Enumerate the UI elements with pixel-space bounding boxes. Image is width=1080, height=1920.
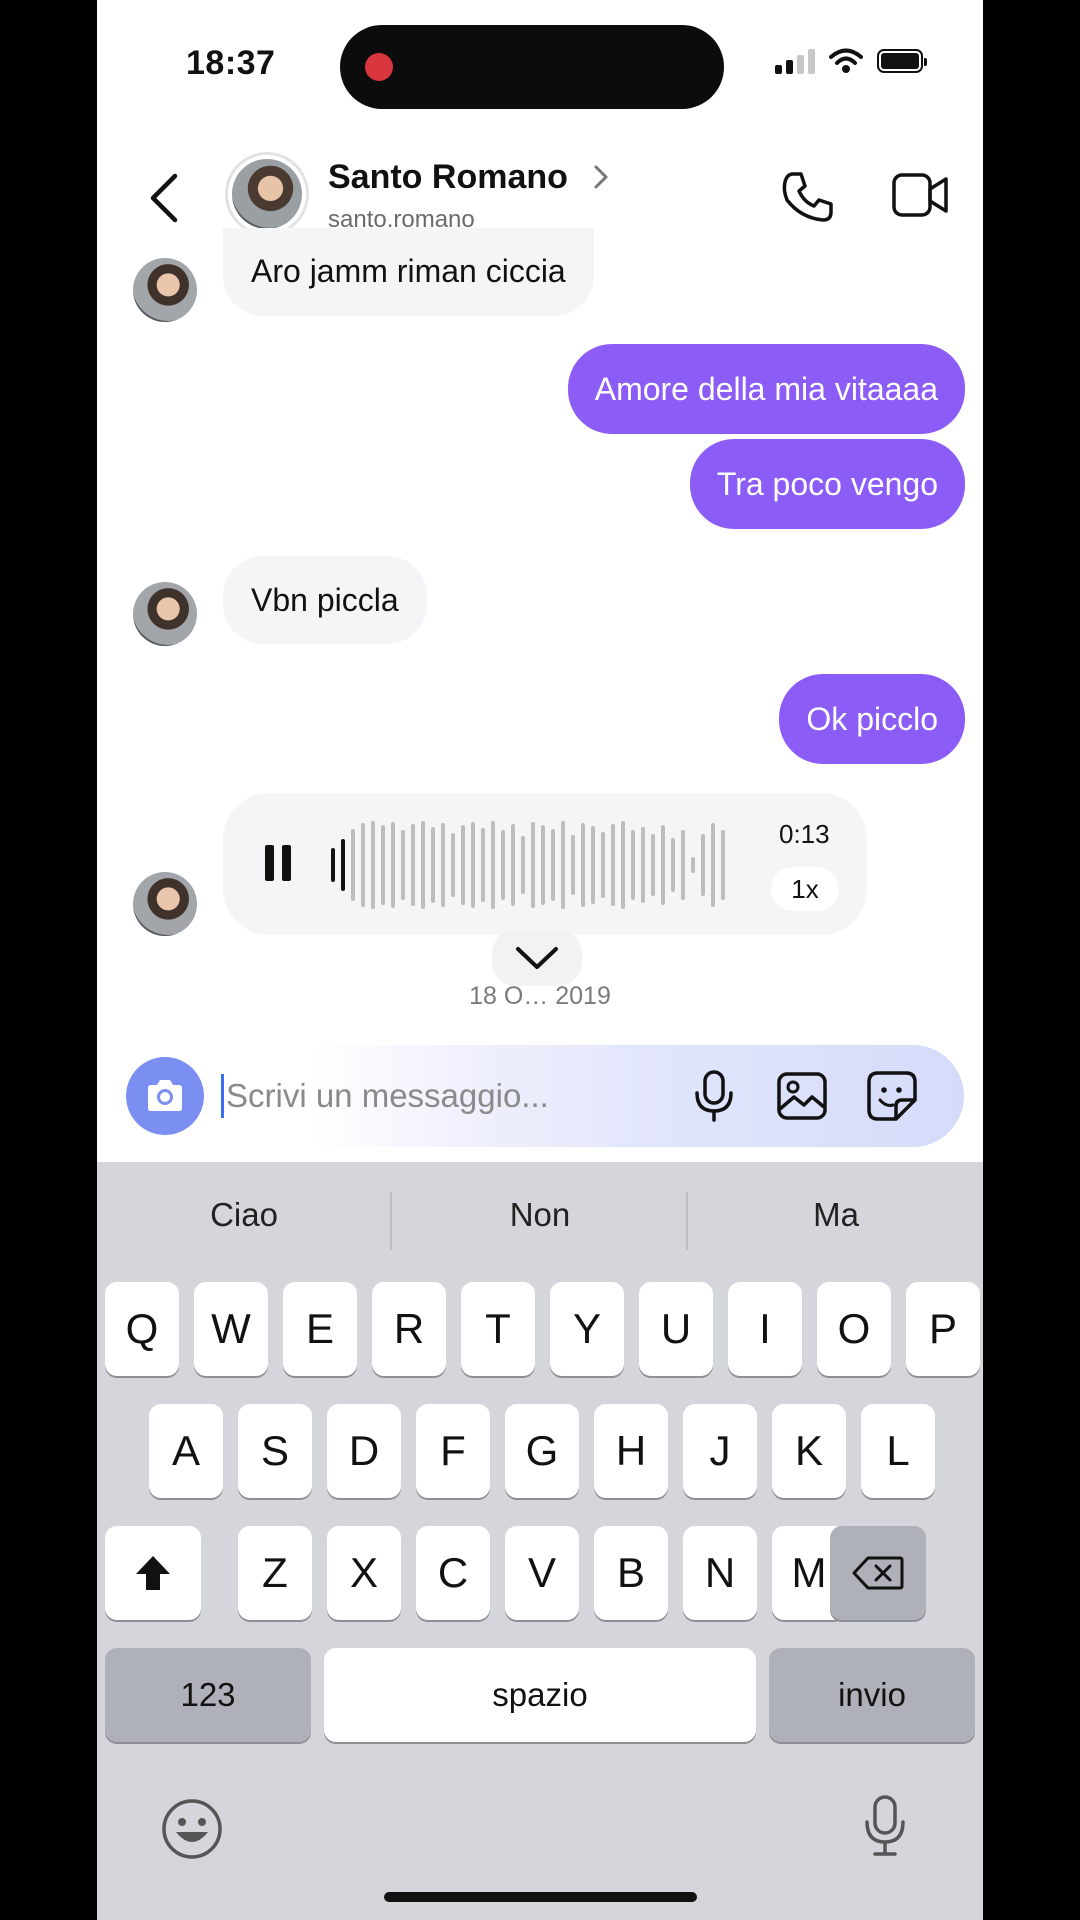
message-input[interactable]: Scrivi un messaggio... — [226, 1074, 549, 1118]
sender-avatar[interactable] — [133, 258, 197, 322]
keyboard: Ciao Non Ma QWERTYUIOPASDFGHJKLZXCVBNM 1… — [97, 1162, 983, 1920]
recording-indicator-icon — [365, 53, 393, 81]
key-p[interactable]: P — [906, 1282, 980, 1376]
numbers-key[interactable]: 123 — [105, 1648, 311, 1742]
message-bubble-incoming[interactable]: Aro jamm riman ciccia — [223, 228, 594, 316]
voice-waveform[interactable] — [331, 821, 743, 909]
message-bubble-outgoing[interactable]: Amore della mia vitaaaa — [567, 344, 965, 434]
contact-name[interactable]: Santo Romano — [328, 158, 568, 197]
message-bubble-outgoing[interactable]: Ok picclo — [779, 674, 965, 764]
key-o[interactable]: O — [817, 1282, 891, 1376]
suggestion-2[interactable]: Non — [393, 1196, 687, 1234]
key-f[interactable]: F — [416, 1404, 490, 1498]
chevron-right-icon[interactable] — [593, 164, 609, 190]
key-b[interactable]: B — [594, 1526, 668, 1620]
key-l[interactable]: L — [861, 1404, 935, 1498]
phone-screen: 18:37 Santo Romano santo.romano Aro jamm… — [97, 0, 983, 1920]
shift-key[interactable] — [105, 1526, 201, 1620]
predictive-suggestions: Ciao Non Ma — [97, 1162, 983, 1278]
suggestion-1[interactable]: Ciao — [97, 1196, 391, 1234]
pause-icon[interactable] — [265, 845, 291, 881]
key-v[interactable]: V — [505, 1526, 579, 1620]
status-time: 18:37 — [186, 44, 276, 82]
suggestion-3[interactable]: Ma — [689, 1196, 983, 1234]
image-icon[interactable] — [776, 1071, 828, 1121]
voice-duration: 0:13 — [779, 819, 830, 849]
backspace-key[interactable] — [830, 1526, 926, 1620]
return-key[interactable]: invio — [769, 1648, 975, 1742]
scroll-to-bottom-button[interactable] — [492, 930, 582, 986]
contact-avatar[interactable] — [225, 152, 309, 236]
voice-message[interactable]: 0:13 1x — [223, 793, 867, 935]
key-i[interactable]: I — [728, 1282, 802, 1376]
key-g[interactable]: G — [505, 1404, 579, 1498]
key-h[interactable]: H — [594, 1404, 668, 1498]
key-x[interactable]: X — [327, 1526, 401, 1620]
camera-button[interactable] — [126, 1057, 204, 1135]
dictation-microphone-icon[interactable] — [863, 1794, 907, 1858]
camera-icon — [148, 1080, 182, 1111]
dynamic-island — [340, 25, 724, 109]
chevron-down-icon — [516, 947, 558, 969]
playback-speed-button[interactable]: 1x — [771, 867, 839, 911]
status-icons — [775, 48, 927, 74]
key-n[interactable]: N — [683, 1526, 757, 1620]
sender-avatar[interactable] — [133, 582, 197, 646]
key-e[interactable]: E — [283, 1282, 357, 1376]
date-separator: 18 O… 2019 — [469, 982, 611, 1010]
sender-avatar[interactable] — [133, 872, 197, 936]
key-a[interactable]: A — [149, 1404, 223, 1498]
wifi-icon — [829, 48, 863, 73]
key-c[interactable]: C — [416, 1526, 490, 1620]
sticker-icon[interactable] — [866, 1070, 918, 1122]
cellular-signal-icon — [775, 48, 815, 74]
key-w[interactable]: W — [194, 1282, 268, 1376]
back-chevron-icon[interactable] — [147, 172, 179, 224]
key-y[interactable]: Y — [550, 1282, 624, 1376]
microphone-icon[interactable] — [692, 1069, 736, 1123]
backspace-icon — [852, 1556, 904, 1590]
phone-icon[interactable] — [781, 170, 835, 224]
home-indicator[interactable] — [384, 1892, 697, 1902]
message-bubble-incoming[interactable]: Vbn piccla — [223, 556, 427, 644]
video-camera-icon[interactable] — [892, 173, 948, 217]
space-key[interactable]: spazio — [324, 1648, 756, 1742]
key-u[interactable]: U — [639, 1282, 713, 1376]
key-z[interactable]: Z — [238, 1526, 312, 1620]
shift-arrow-icon — [136, 1556, 170, 1590]
key-r[interactable]: R — [372, 1282, 446, 1376]
key-j[interactable]: J — [683, 1404, 757, 1498]
key-d[interactable]: D — [327, 1404, 401, 1498]
emoji-icon[interactable] — [161, 1798, 223, 1860]
suggestion-divider — [686, 1192, 688, 1250]
text-cursor — [221, 1074, 224, 1118]
key-q[interactable]: Q — [105, 1282, 179, 1376]
key-k[interactable]: K — [772, 1404, 846, 1498]
key-s[interactable]: S — [238, 1404, 312, 1498]
suggestion-divider — [390, 1192, 392, 1250]
message-composer: Scrivi un messaggio... — [126, 1045, 964, 1147]
battery-icon — [877, 49, 927, 73]
message-bubble-outgoing[interactable]: Tra poco vengo — [689, 439, 965, 529]
key-t[interactable]: T — [461, 1282, 535, 1376]
